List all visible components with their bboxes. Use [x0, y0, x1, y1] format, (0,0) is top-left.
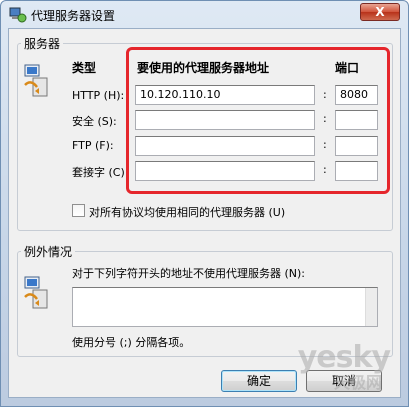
- ftp-label: FTP (F):: [72, 139, 114, 152]
- close-button[interactable]: X: [360, 3, 400, 21]
- exceptions-hint: 使用分号 (;) 分隔各项。: [72, 336, 191, 349]
- same-proxy-checkbox[interactable]: [72, 204, 85, 217]
- ok-button[interactable]: 确定: [221, 370, 297, 392]
- window-title: 代理服务器设置: [31, 9, 116, 23]
- exceptions-icon: [24, 276, 48, 309]
- servers-group-title: 服务器: [21, 35, 64, 52]
- title-bar: 代理服务器设置 X: [1, 1, 408, 29]
- yesky-watermark-sub: 天极网: [333, 373, 382, 392]
- dialog-body: 服务器 类型 要使用的代理服务器地址 端口 HTTP (H): 10.120.1…: [8, 28, 401, 398]
- proxy-server-icon: [24, 64, 48, 97]
- same-proxy-label[interactable]: 对所有协议均使用相同的代理服务器 (U): [89, 204, 285, 220]
- type-column-header: 类型: [72, 61, 97, 75]
- exceptions-textarea[interactable]: [72, 287, 378, 327]
- highlight-annotation: [126, 47, 390, 194]
- network-settings-icon: [9, 7, 27, 23]
- exceptions-description: 对于下列字符开头的地址不使用代理服务器 (N):: [72, 267, 306, 280]
- exceptions-scrollbar[interactable]: [365, 288, 377, 326]
- secure-label: 安全 (S):: [72, 115, 117, 128]
- socks-label: 套接字 (C):: [72, 166, 129, 179]
- proxy-settings-dialog: 代理服务器设置 X 服务器 类型 要使用的代理服务器地址 端口 HTTP (H)…: [0, 0, 409, 407]
- http-label: HTTP (H):: [72, 89, 125, 102]
- exceptions-group-title: 例外情况: [21, 243, 76, 260]
